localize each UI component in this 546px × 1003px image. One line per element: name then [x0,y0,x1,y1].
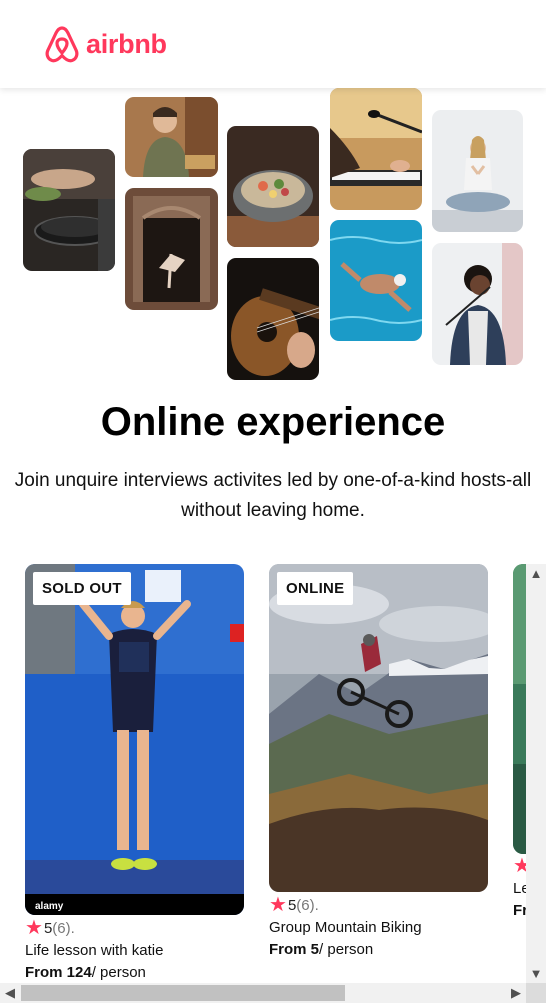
subtitle-line-2: without leaving home. [181,500,365,521]
card-title[interactable]: Group Mountain Biking [269,919,422,936]
review-count: (6). [296,896,319,914]
airbnb-logo[interactable]: airbnb [44,24,167,64]
price-amount: Fr [513,902,526,919]
star-icon: ★ [513,855,526,877]
experience-carousel[interactable]: alamy SOLD OUT ★ 5 (6). Life lesson with… [0,564,526,984]
scrollbar-corner [526,983,546,1003]
rating: ★ 5 (6). [25,918,75,938]
card-price: From 124/ person [25,964,146,981]
review-count: (6). [52,919,75,937]
airbnb-belo-icon [45,26,79,63]
rating: ★ 5 (6). [269,895,319,915]
swimmer-photo [330,220,422,341]
price-amount: From 124 [25,964,92,981]
subtitle-line-1: Join unquire interviews activites led by… [14,470,532,491]
card-title[interactable]: Le [513,880,526,897]
price-unit: / person [91,964,146,981]
online-badge: ONLINE [277,572,354,605]
star-icon: ★ [25,917,43,939]
svg-text:alamy: alamy [35,901,64,912]
scroll-up-icon[interactable]: ▲ [526,564,546,584]
yoga-photo [432,110,523,232]
rating-value: 5 [287,896,297,914]
price-amount: From 5 [269,941,320,958]
scroll-left-icon[interactable]: ◀ [0,983,20,1003]
mountain-biking-photo[interactable]: ONLINE [269,564,488,892]
horizontal-scroll-thumb[interactable] [21,985,345,1001]
dancer-photo [125,188,218,310]
horizontal-scrollbar[interactable]: ◀ ▶ [0,983,526,1003]
triathlete-photo[interactable]: alamy SOLD OUT [25,564,244,915]
baker-photo [125,97,218,177]
star-icon: ★ [269,894,287,916]
vertical-scrollbar[interactable]: ▲ ▼ [526,564,546,984]
singer-photo [432,243,523,365]
rating: ★ [513,856,526,876]
page-title: Online experience [100,400,446,444]
food-bowl-photo [227,126,319,247]
rating-value: 5 [43,919,53,937]
card-price: From 5/ person [269,941,373,958]
card-price: Fr [513,902,526,919]
photo-collage [0,88,546,388]
price-unit: / person [319,941,374,958]
card-title[interactable]: Life lesson with katie [25,942,163,959]
page-subtitle: Join unquire interviews activites led by… [0,466,546,526]
site-header: airbnb [0,0,546,88]
keyboard-player-photo [330,88,422,210]
forest-photo[interactable] [513,564,526,854]
brand-name: airbnb [86,28,167,59]
guitar-photo [227,258,319,380]
cooking-photo [23,149,115,271]
sold-out-badge: SOLD OUT [33,572,131,605]
scroll-right-icon[interactable]: ▶ [506,983,526,1003]
scroll-down-icon[interactable]: ▼ [526,964,546,984]
